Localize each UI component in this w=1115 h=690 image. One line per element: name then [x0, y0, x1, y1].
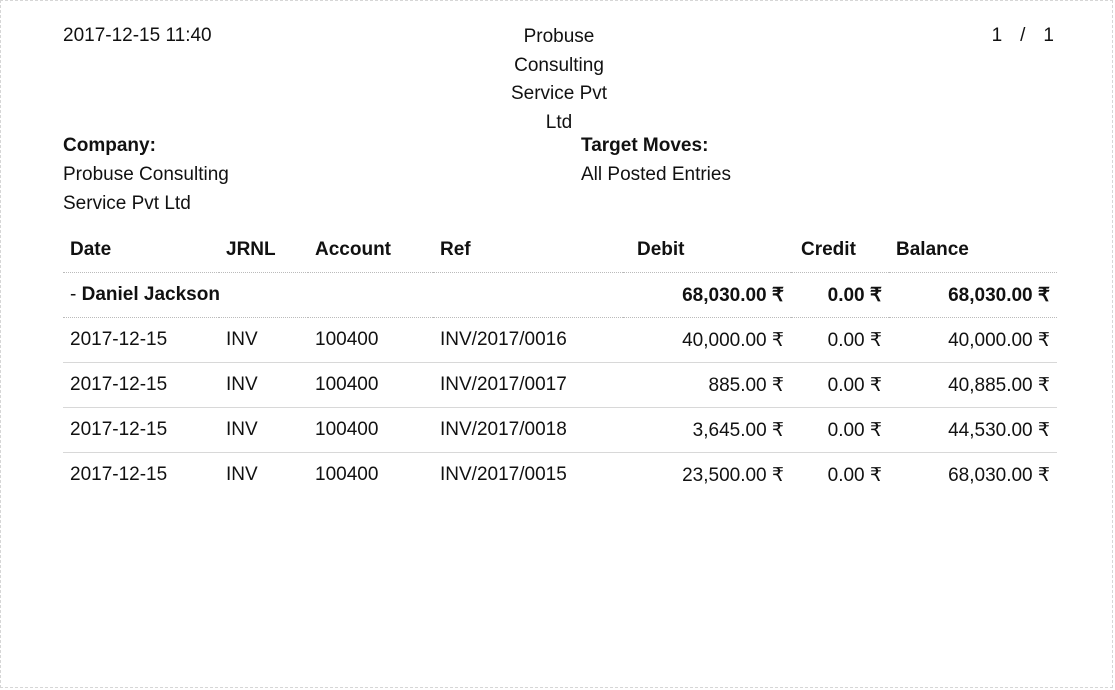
row-debit: 885.00 ₹ — [623, 362, 791, 408]
partner-row: - Daniel Jackson 68,030.00 ₹ 0.00 ₹ 68,0… — [63, 272, 1057, 318]
partner-debit: 68,030.00 ₹ — [623, 272, 791, 318]
row-ref: INV/2017/0018 — [433, 407, 623, 453]
row-debit: 23,500.00 ₹ — [682, 464, 784, 486]
report-company-title: Probuse Consulting Service Pvt Ltd — [499, 23, 619, 137]
page-separator: / — [1020, 25, 1026, 46]
report-datetime: 2017-12-15 11:40 — [63, 25, 212, 46]
column-header-jrnl: JRNL — [219, 228, 308, 273]
company-title-line: Consulting — [514, 54, 604, 76]
row-account: 100400 — [308, 362, 433, 408]
row-balance: 44,530.00 ₹ — [889, 407, 1057, 453]
partner-balance: 68,030.00 ₹ — [889, 272, 1057, 318]
row-debit: 3,645.00 ₹ — [623, 407, 791, 453]
row-date: 2017-12-15 — [63, 407, 219, 453]
column-header-credit: Credit — [791, 228, 889, 273]
row-account: 100400 — [315, 464, 379, 485]
partner-prefix: - — [70, 284, 82, 305]
row-date: 2017-12-15 — [70, 464, 168, 485]
row-date: 2017-12-15 — [63, 362, 219, 408]
target-moves-info: Target Moves: All Posted Entries — [581, 131, 841, 189]
row-jrnl: INV — [219, 407, 308, 453]
row-balance: 40,885.00 ₹ — [889, 362, 1057, 408]
row-ref: INV/2017/0017 — [433, 362, 623, 408]
page-current: 1 — [991, 25, 1003, 46]
row-balance: 40,000.00 ₹ — [889, 317, 1057, 363]
company-title-line: Service Pvt — [510, 83, 608, 104]
table-row: 2017-12-15 INV 100400 INV/2017/0015 23,5… — [63, 453, 1057, 498]
page-counter: 1 / 1 — [992, 25, 1054, 47]
company-value-line: Service Pvt Ltd — [63, 193, 191, 214]
column-header-date: Date — [63, 228, 219, 273]
company-label: Company: — [63, 135, 156, 156]
partner-name: Daniel Jackson — [81, 284, 220, 305]
column-header-balance: Balance — [889, 228, 1057, 273]
row-balance: 68,030.00 ₹ — [948, 464, 1050, 486]
partner-cell: - Daniel Jackson — [63, 272, 623, 318]
target-moves-label: Target Moves: — [581, 135, 709, 156]
table-row: 2017-12-15 INV 100400 INV/2017/0016 40,0… — [63, 317, 1057, 363]
report-page: 2017-12-15 11:40 Probuse Consulting Serv… — [0, 0, 1113, 688]
row-date: 2017-12-15 — [63, 317, 219, 363]
table-row: 2017-12-15 INV 100400 INV/2017/0018 3,64… — [63, 407, 1057, 453]
row-ref: INV/2017/0016 — [433, 317, 623, 363]
table-header-row: Date JRNL Account Ref Debit Credit Balan… — [63, 228, 1057, 273]
column-header-account: Account — [308, 228, 433, 273]
row-debit: 40,000.00 ₹ — [623, 317, 791, 363]
table-row: 2017-12-15 INV 100400 INV/2017/0017 885.… — [63, 362, 1057, 408]
row-credit: 0.00 ₹ — [791, 407, 889, 453]
row-jrnl: INV — [219, 362, 308, 408]
row-credit: 0.00 ₹ — [791, 317, 889, 363]
row-account: 100400 — [308, 407, 433, 453]
row-credit: 0.00 ₹ — [827, 464, 882, 486]
row-ref: INV/2017/0015 — [440, 464, 567, 485]
company-value-line: Probuse Consulting — [63, 164, 229, 185]
row-jrnl: INV — [219, 317, 308, 363]
column-header-debit: Debit — [623, 228, 791, 273]
page-total: 1 — [1043, 25, 1054, 46]
partner-credit: 0.00 ₹ — [791, 272, 889, 318]
column-header-ref: Ref — [433, 228, 623, 273]
row-credit: 0.00 ₹ — [791, 362, 889, 408]
company-title-line: Probuse — [523, 26, 595, 47]
row-account: 100400 — [308, 317, 433, 363]
ledger-table: Date JRNL Account Ref Debit Credit Balan… — [63, 228, 1057, 497]
row-jrnl: INV — [226, 464, 258, 485]
company-info: Company: Probuse Consulting Service Pvt … — [63, 131, 273, 218]
target-moves-value: All Posted Entries — [581, 164, 731, 185]
